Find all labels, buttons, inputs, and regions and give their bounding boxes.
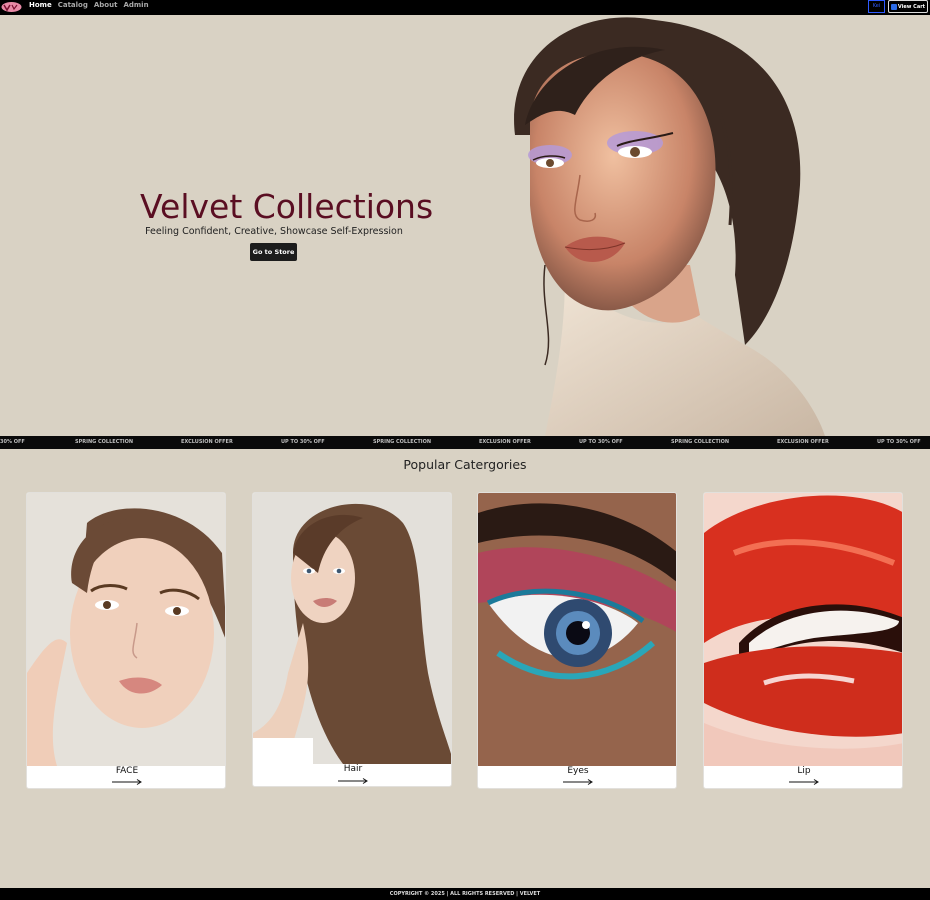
category-label-lip: Lip [797, 766, 811, 776]
category-card-hair[interactable]: Hair [252, 492, 452, 787]
nav-link-catalog[interactable]: Catalog [58, 0, 88, 13]
hero-model-image [514, 17, 825, 436]
cart-icon [890, 3, 897, 10]
hero-title: Velvet Collections [140, 187, 434, 226]
category-label-face: FACE [115, 766, 139, 776]
go-to-store-button[interactable]: Go to Store [250, 243, 297, 261]
ticker-item: UP TO 30% OFF [281, 439, 325, 445]
ticker-item: 30% OFF [0, 439, 25, 445]
ticker-item: UP TO 30% OFF [877, 439, 921, 445]
eyes-category-image [478, 493, 676, 766]
hair-category-image [253, 493, 451, 764]
promo-ticker: 30% OFF SPRING COLLECTION EXCLUSION OFFE… [0, 436, 930, 449]
ticker-item: EXCLUSION OFFER [479, 439, 531, 445]
arrow-right-icon[interactable] [563, 779, 593, 785]
nav-links: Home Catalog About Admin [29, 0, 149, 13]
category-label-eyes: Eyes [567, 766, 589, 776]
nav-link-home[interactable]: Home [29, 0, 52, 13]
footer-copyright: COPYRIGHT © 2025 | ALL RIGHTS RESERVED |… [0, 888, 930, 900]
ticker-item: SPRING COLLECTION [75, 439, 134, 445]
lip-category-image [704, 493, 902, 766]
category-card-eyes[interactable]: Eyes [477, 492, 677, 789]
nav-link-about[interactable]: About [94, 0, 118, 13]
hero-subtitle: Feeling Confident, Creative, Showcase Se… [145, 226, 403, 237]
ticker-item: SPRING COLLECTION [671, 439, 730, 445]
category-card-face[interactable]: FACE [26, 492, 226, 789]
arrow-right-icon[interactable] [789, 779, 819, 785]
arrow-right-icon[interactable] [338, 778, 368, 784]
nav-link-admin[interactable]: Admin [123, 0, 148, 13]
category-label-hair: Hair [343, 764, 363, 774]
category-card-lip[interactable]: Lip [703, 492, 903, 789]
face-category-image [27, 493, 225, 766]
user-button[interactable]: Kei [868, 0, 885, 13]
top-navbar: Home Catalog About Admin Kei View Cart [0, 0, 930, 15]
view-cart-button[interactable]: View Cart [888, 0, 928, 13]
categories-title: Popular Catergories [403, 457, 527, 472]
ticker-item: EXCLUSION OFFER [181, 439, 233, 445]
arrow-right-icon[interactable] [112, 779, 142, 785]
ticker-item: UP TO 30% OFF [579, 439, 623, 445]
ticker-item: EXCLUSION OFFER [777, 439, 829, 445]
velvet-logo-icon[interactable] [1, 1, 22, 13]
view-cart-label: View Cart [897, 3, 926, 10]
hero-banner: Velvet Collections Feeling Confident, Cr… [0, 15, 930, 436]
ticker-item: SPRING COLLECTION [373, 439, 432, 445]
